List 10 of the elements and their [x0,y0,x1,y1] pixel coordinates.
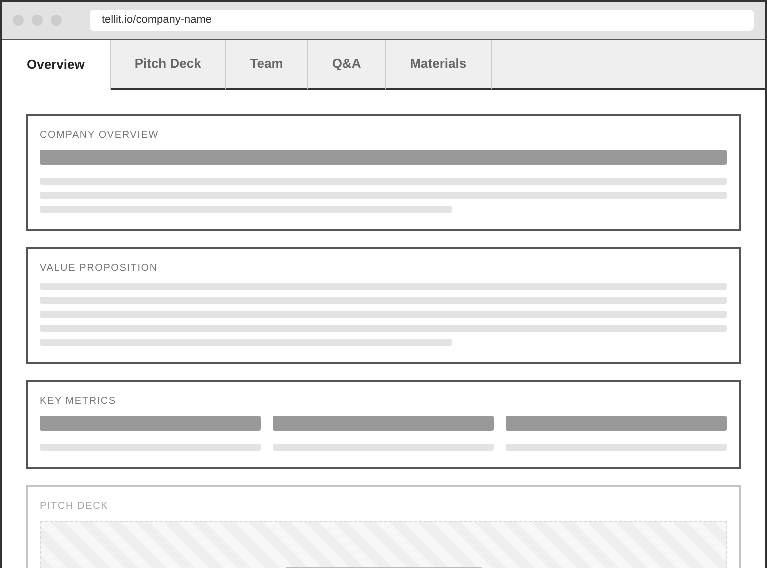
section-title: PITCH DECK [40,500,110,514]
section-title: VALUE PROPOSITION [40,262,159,276]
tab[interactable]: Team [226,40,308,90]
address-bar[interactable]: tellit.io/company-name [90,10,754,31]
section-title: COMPANY OVERVIEW [40,129,160,143]
tab[interactable]: Q&A [308,40,386,90]
section-title: KEY METRICS [40,395,118,409]
tab[interactable]: Overview [2,40,111,90]
tab[interactable]: Materials [386,40,492,90]
tab[interactable]: Pitch Deck [110,40,226,90]
